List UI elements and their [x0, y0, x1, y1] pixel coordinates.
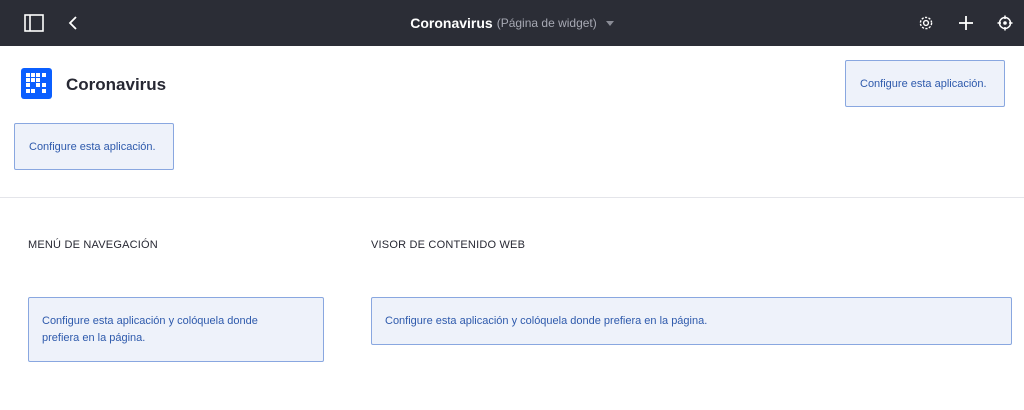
simulation-icon[interactable] [994, 12, 1016, 34]
chevron-down-icon[interactable] [605, 20, 614, 26]
configure-app-alert-header-left[interactable]: Configure esta aplicación. [14, 123, 174, 170]
site-title[interactable]: Coronavirus [66, 75, 166, 95]
back-chevron-icon[interactable] [62, 12, 84, 34]
nav-menu-heading: MENÚ DE NAVEGACIÓN [28, 239, 158, 251]
nav-menu-configure-alert[interactable]: Configure esta aplicación y colóquela do… [28, 297, 324, 362]
web-content-heading: VISOR DE CONTENIDO WEB [371, 239, 526, 251]
sidebar-toggle-icon[interactable] [23, 12, 45, 34]
web-content-configure-alert[interactable]: Configure esta aplicación y colóquela do… [371, 297, 1012, 345]
site-header: Coronavirus Configure esta aplicación. C… [0, 46, 1024, 198]
gear-icon[interactable] [915, 12, 937, 34]
site-logo[interactable] [21, 68, 52, 99]
page-type-subtitle: (Página de widget) [496, 16, 597, 30]
page-title-wrap: Coronavirus (Página de widget) [0, 0, 1024, 46]
page-title: Coronavirus [410, 15, 493, 31]
plus-icon[interactable] [955, 12, 977, 34]
control-menu: Coronavirus (Página de widget) [0, 0, 1024, 46]
configure-app-alert-header-right[interactable]: Configure esta aplicación. [845, 60, 1005, 107]
